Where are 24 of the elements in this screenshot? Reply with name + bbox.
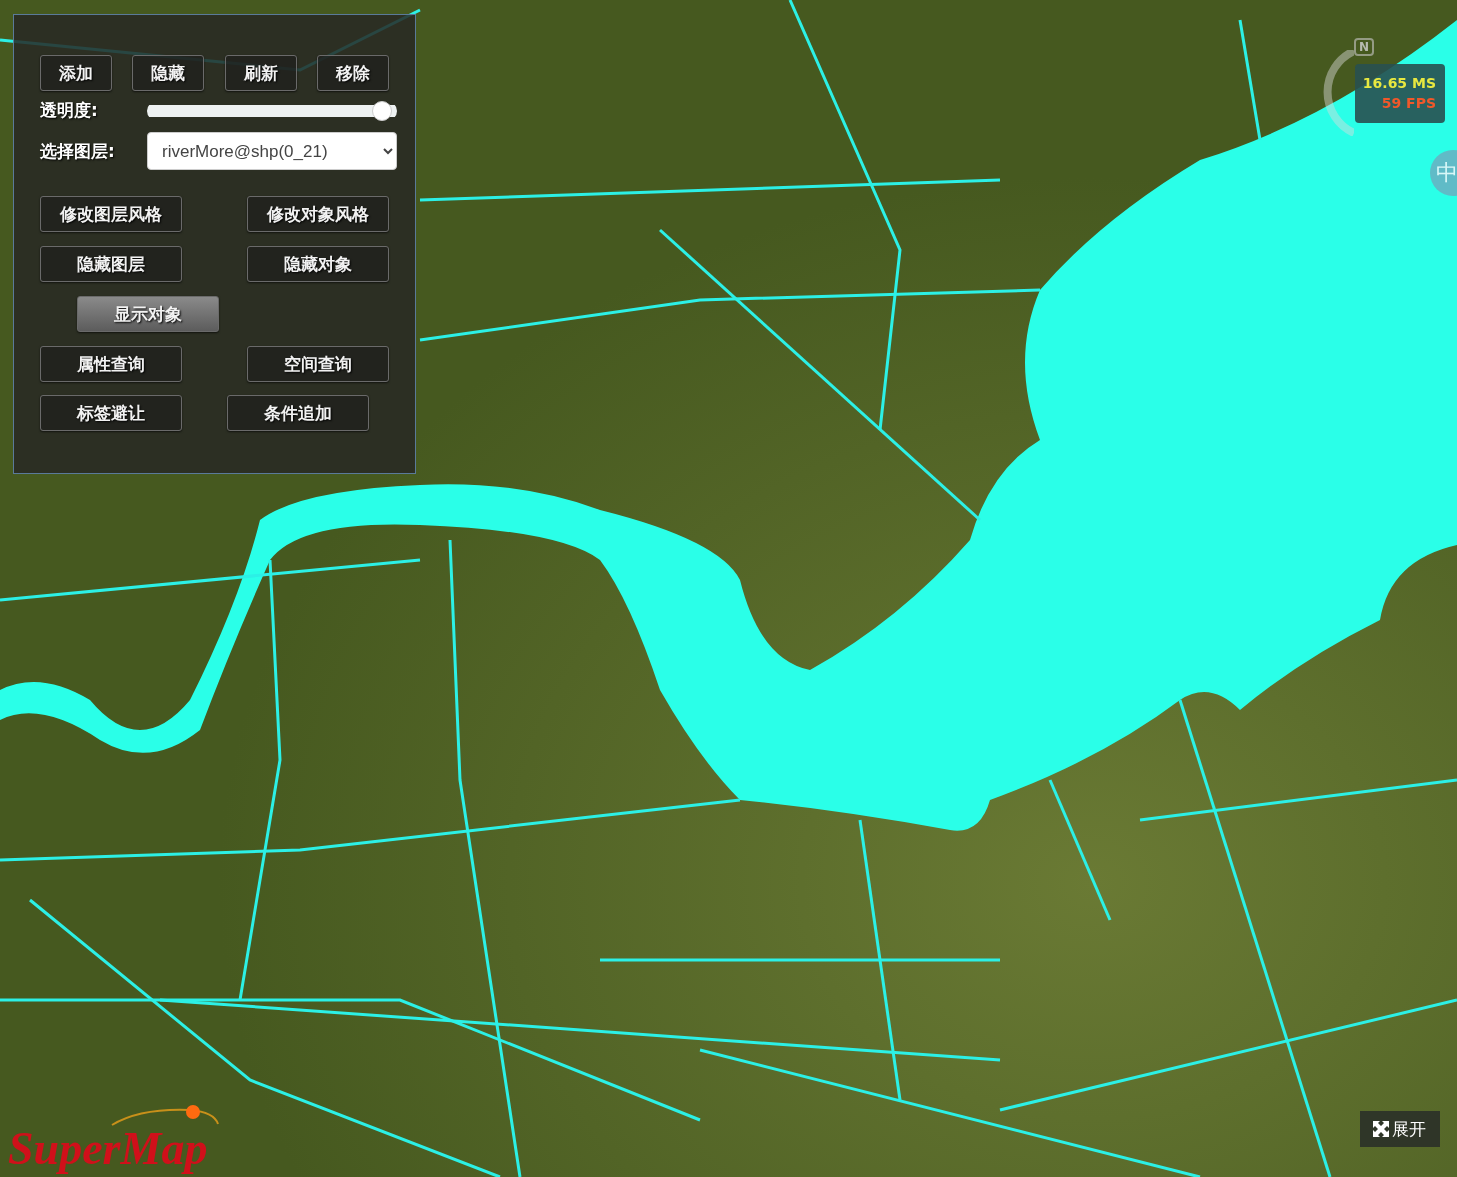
toolbar-button[interactable]: 刷新 (224, 55, 297, 91)
action-button[interactable]: 隐藏图层 (40, 246, 182, 282)
action-button[interactable]: 条件追加 (227, 395, 369, 431)
action-button[interactable]: 空间查询 (247, 346, 389, 382)
frame-time-text: 16.65 MS (1362, 74, 1436, 93)
logo-text: SuperMap (8, 1124, 209, 1174)
toolbar-button[interactable]: 隐藏 (132, 55, 205, 91)
expand-button[interactable]: 展开 (1360, 1111, 1440, 1147)
orbit-icon (110, 1104, 220, 1126)
action-button[interactable]: 修改图层风格 (40, 196, 182, 232)
north-indicator[interactable]: N (1354, 38, 1374, 56)
action-button[interactable]: 属性查询 (40, 346, 182, 382)
expand-arrows-icon (1372, 1120, 1390, 1138)
layer-label: 选择图层: (40, 139, 115, 163)
action-button[interactable]: 标签避让 (40, 395, 182, 431)
fps-text: 59 FPS (1381, 94, 1436, 113)
opacity-slider-thumb[interactable] (372, 100, 393, 121)
opacity-label: 透明度: (40, 99, 98, 122)
toolbar-button[interactable]: 添加 (40, 55, 112, 91)
action-button[interactable]: 修改对象风格 (247, 196, 389, 232)
layer-select[interactable]: riverMore@shp(0_21) (147, 132, 397, 170)
action-button[interactable]: 显示对象 (77, 296, 219, 332)
toolbar-button[interactable]: 移除 (317, 55, 389, 91)
action-button[interactable]: 隐藏对象 (247, 246, 389, 282)
